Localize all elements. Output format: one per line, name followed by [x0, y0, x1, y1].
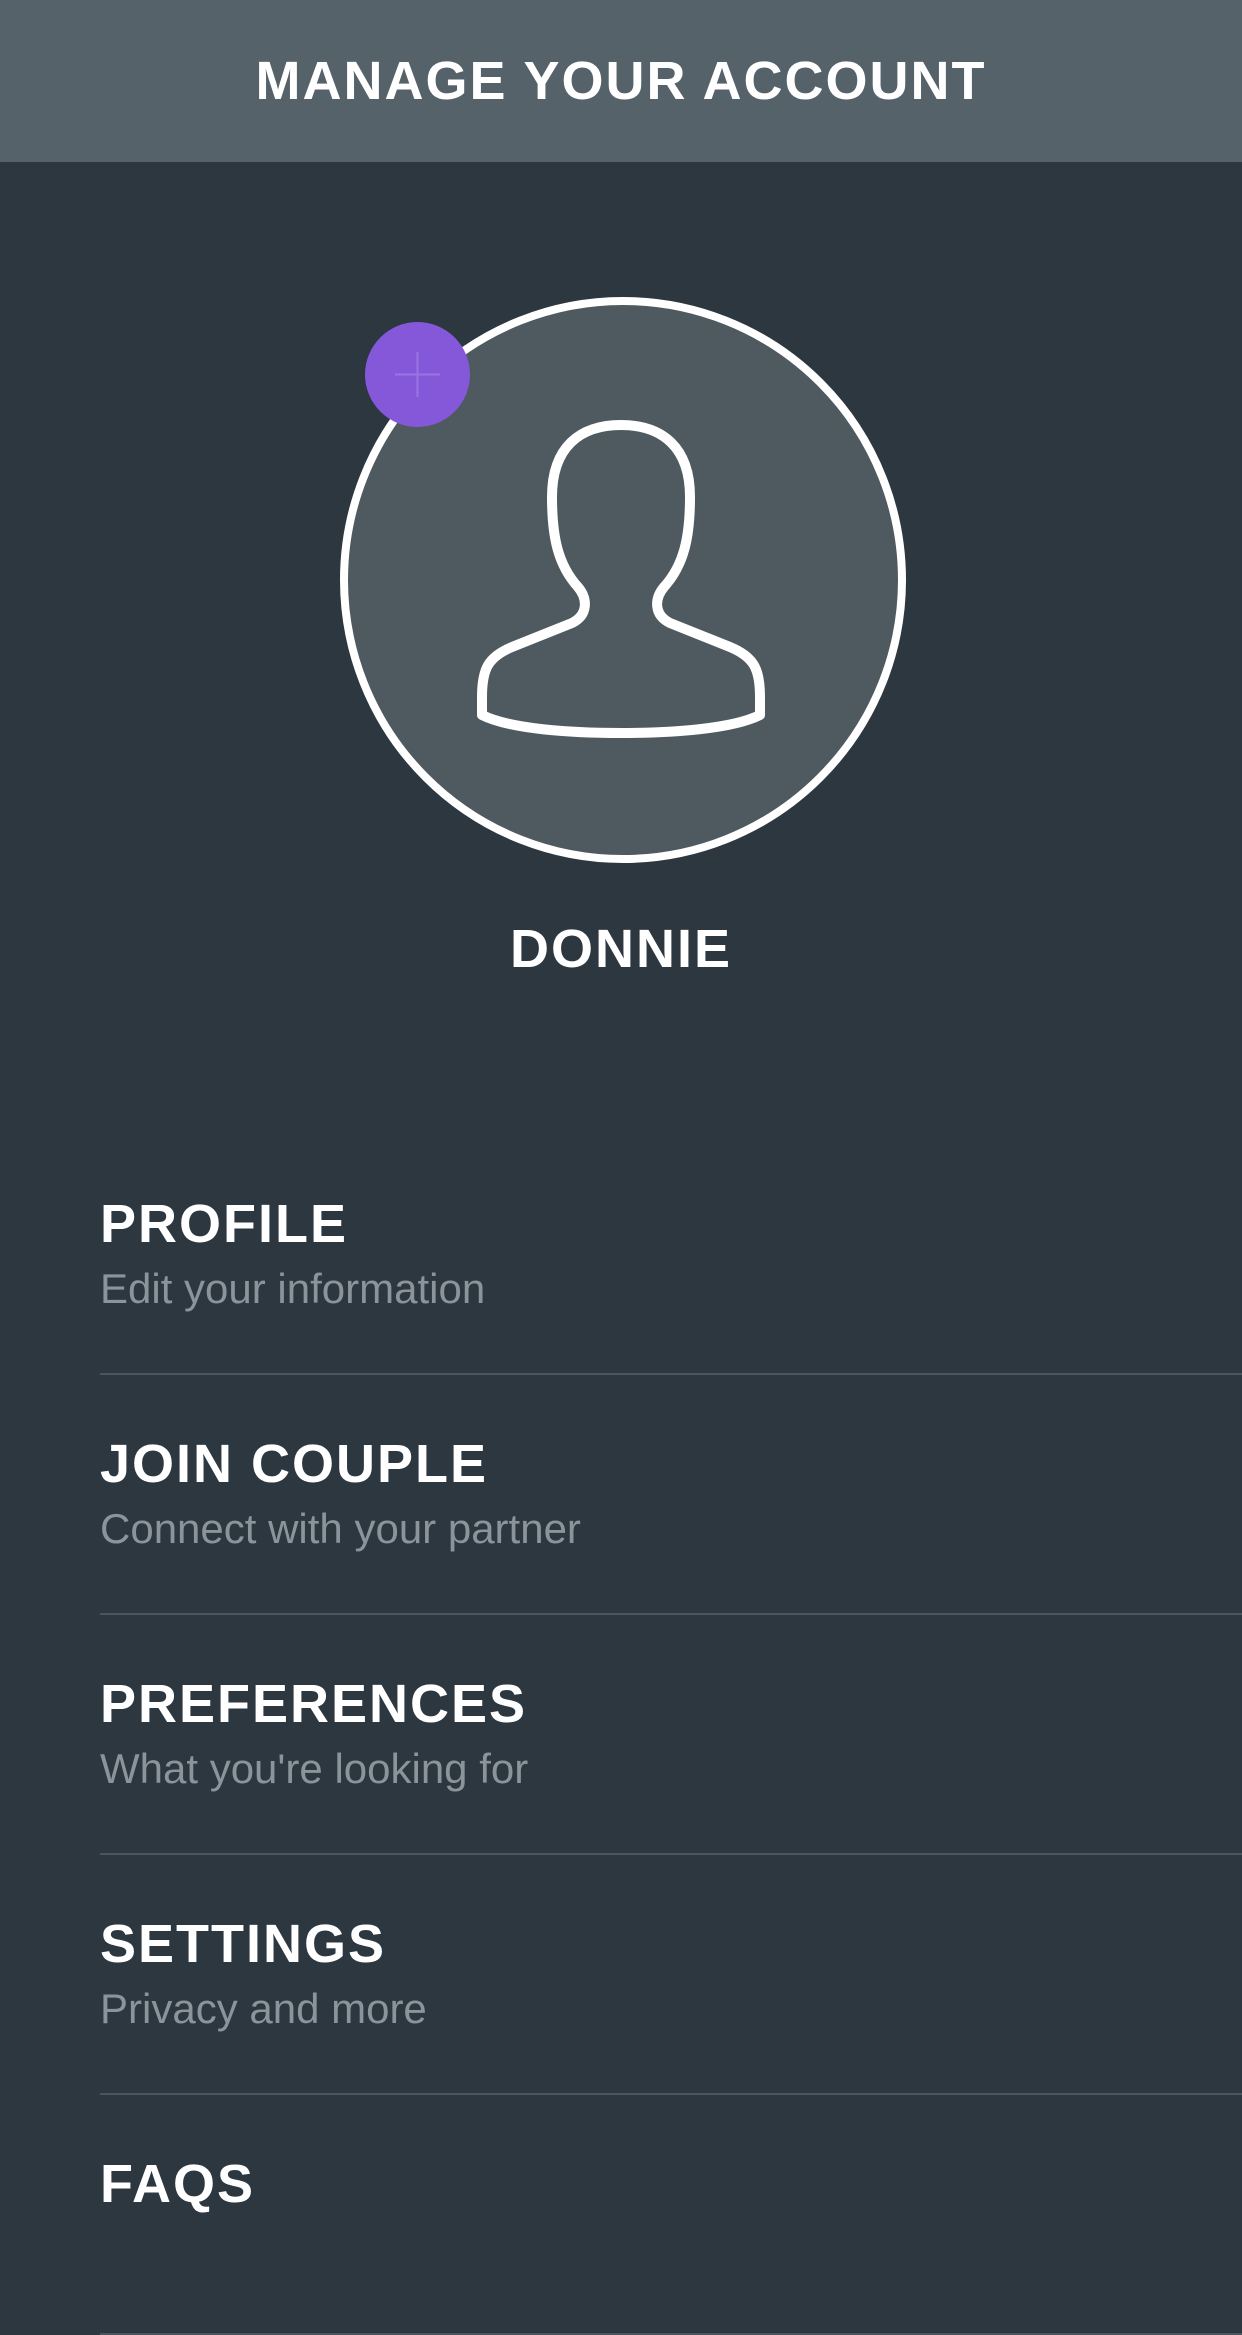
add-photo-button[interactable]	[365, 322, 470, 427]
menu-item-title: FAQS	[100, 2154, 256, 2214]
user-subtext	[0, 1028, 1242, 1048]
menu-item-title: SETTINGS	[100, 1914, 387, 1974]
menu-item-title: PROFILE	[100, 1194, 349, 1254]
menu-item-subtitle: Privacy and more	[100, 1985, 427, 2032]
page-title: MANAGE YOUR ACCOUNT	[255, 51, 987, 111]
account-menu: PROFILE Edit your information JOIN COUPL…	[0, 1135, 1242, 2335]
menu-item-title: PREFERENCES	[100, 1674, 528, 1734]
menu-item-faqs[interactable]: FAQS	[100, 2095, 1242, 2335]
menu-item-title: JOIN COUPLE	[100, 1434, 489, 1494]
menu-item-subtitle: What you're looking for	[100, 1745, 529, 1792]
user-name: DONNIE	[509, 919, 732, 979]
menu-item-preferences[interactable]: PREFERENCES What you're looking for	[100, 1615, 1242, 1855]
menu-item-settings[interactable]: SETTINGS Privacy and more	[100, 1855, 1242, 2095]
menu-item-subtitle: Edit your information	[100, 1265, 486, 1312]
header-bar: MANAGE YOUR ACCOUNT	[0, 0, 1242, 162]
menu-item-subtitle: Connect with your partner	[100, 1505, 581, 1552]
plus-icon	[395, 352, 440, 397]
menu-item-profile[interactable]: PROFILE Edit your information	[100, 1135, 1242, 1375]
menu-item-join-couple[interactable]: JOIN COUPLE Connect with your partner	[100, 1375, 1242, 1615]
